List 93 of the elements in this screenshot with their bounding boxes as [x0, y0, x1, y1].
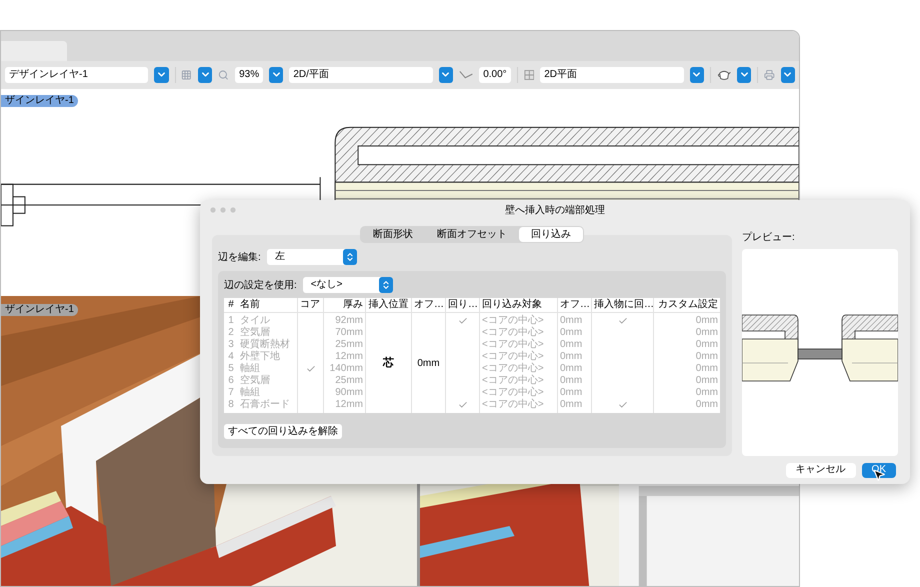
dialog-title: 壁へ挿入時の端部処理	[505, 204, 605, 218]
insert-position-cell-text: 芯	[383, 356, 394, 371]
offset-cell-text: 0mm	[559, 327, 584, 339]
custom-cell-text: 0mm	[694, 375, 719, 387]
offset-cell-text: 0mm	[559, 375, 584, 387]
thickness-cell-text: 140mm	[328, 363, 364, 375]
row-number: 3	[227, 339, 235, 351]
clear-wraps-button[interactable]: すべての回り込みを解除	[224, 424, 342, 439]
angle-field[interactable]: 0.00°	[479, 66, 511, 83]
field-label: 辺を編集:	[218, 250, 261, 264]
printer-icon[interactable]	[764, 68, 775, 81]
edge-setting-select[interactable]: <なし>	[302, 277, 393, 293]
offset-cell-text: 0mm	[559, 363, 584, 375]
field-label: 辺の設定を使用:	[224, 278, 297, 292]
custom-cell-text: 0mm	[694, 327, 719, 339]
layer-name: タイル	[239, 315, 271, 326]
dropdown-button[interactable]	[438, 66, 453, 83]
dropdown-button[interactable]	[780, 66, 796, 83]
dropdown-button[interactable]	[736, 66, 752, 83]
custom-cell-text: 0mm	[694, 363, 719, 375]
row-number: 1	[227, 315, 235, 327]
thickness-cell-text: 12mm	[334, 351, 364, 363]
column-header: 挿入物に回…	[592, 298, 653, 313]
thickness-cell-text: 70mm	[334, 327, 364, 339]
layer-name: 石膏ボード	[239, 399, 291, 411]
column-header: 回り込み対象	[480, 298, 557, 313]
preview-label: プレビュー:	[742, 230, 796, 245]
row-number: 2	[227, 327, 235, 339]
dropdown-button[interactable]	[198, 66, 212, 83]
custom-cell-text: 0mm	[694, 399, 719, 411]
layer-name: 軸組	[239, 363, 261, 374]
layer-select[interactable]: デザインレイヤ-1	[5, 66, 148, 83]
dropdown-button[interactable]	[690, 66, 704, 83]
view-select[interactable]: 2D/平面	[289, 66, 433, 83]
row-number: 8	[227, 399, 235, 411]
offset-cell-text: 0mm	[559, 339, 584, 351]
thickness-cell-text: 12mm	[334, 399, 364, 411]
wrap-target-cell-text: <コアの中心>	[481, 387, 545, 398]
custom-cell-text: 0mm	[694, 387, 719, 399]
stepper-icon	[344, 252, 355, 262]
edge-select[interactable]: 左	[266, 249, 357, 265]
wrap-target-cell-text: <コアの中心>	[481, 399, 545, 411]
offset-cell-text: 0mm	[559, 399, 584, 411]
wrap-target-cell-text: <コアの中心>	[481, 375, 545, 386]
thickness-cell-text: 25mm	[334, 339, 364, 351]
column-header: 厚み	[324, 298, 365, 313]
thickness-cell-text: 90mm	[334, 387, 364, 399]
wrap-target-cell-text: <コアの中心>	[481, 327, 545, 338]
zoom-icon[interactable]	[218, 68, 230, 81]
column-header: オフ…	[558, 298, 591, 313]
row-number: 6	[227, 375, 235, 387]
dialog-button[interactable]: キャンセル	[786, 462, 856, 478]
custom-cell-text: 0mm	[694, 351, 719, 363]
tab[interactable]: 断面オフセット	[425, 227, 519, 242]
zoom-field[interactable]: 93%	[235, 66, 264, 83]
offset-cell-text: 0mm	[559, 387, 584, 399]
angle-icon[interactable]	[458, 68, 474, 81]
offset-cell-text: 0mm	[559, 315, 584, 327]
layer-name: 空気層	[239, 375, 271, 386]
wrap-target-cell-text: <コアの中心>	[481, 339, 545, 350]
row-number: 5	[227, 363, 235, 375]
offset-cell-text: 0mm	[559, 351, 584, 363]
row-number: 4	[227, 351, 235, 363]
layer-label: ザインレイヤ-1	[1, 94, 78, 107]
wrap-target-cell-text: <コアの中心>	[481, 363, 545, 374]
custom-cell-text: 0mm	[694, 339, 719, 351]
wrap-target-cell-text: <コアの中心>	[481, 315, 545, 326]
column-header: #	[224, 298, 238, 313]
row-number: 7	[227, 387, 235, 399]
layer-label: ザインレイヤ-1	[1, 304, 78, 316]
thickness-cell-text: 25mm	[334, 375, 364, 387]
wrap-target-cell-text: <コアの中心>	[481, 351, 545, 362]
dropdown-button[interactable]	[154, 66, 169, 83]
layer-name: 硬質断熱材	[239, 339, 291, 350]
column-header: カスタム設定	[654, 298, 720, 313]
column-header: 挿入位置	[366, 298, 411, 313]
tab[interactable]: 回り込み	[519, 227, 583, 242]
stepper-icon	[380, 280, 391, 290]
tab[interactable]: 断面形状	[361, 227, 425, 242]
column-header: 名前	[238, 298, 297, 313]
dropdown-button[interactable]	[269, 66, 284, 83]
column-header: コア	[298, 298, 323, 313]
render-mode-select[interactable]: 2D平面	[540, 66, 684, 83]
grid-icon[interactable]	[181, 68, 192, 81]
layer-name: 軸組	[239, 387, 261, 399]
thickness-cell-text: 92mm	[334, 315, 364, 327]
teapot-icon[interactable]	[716, 68, 731, 82]
column-header: 回り…	[446, 298, 479, 313]
column-header: オフ…	[412, 298, 445, 313]
layer-name: 外壁下地	[239, 351, 281, 362]
offset-cell-text: 0mm	[417, 356, 440, 370]
layer-name: 空気層	[239, 327, 271, 338]
custom-cell-text: 0mm	[694, 315, 719, 327]
